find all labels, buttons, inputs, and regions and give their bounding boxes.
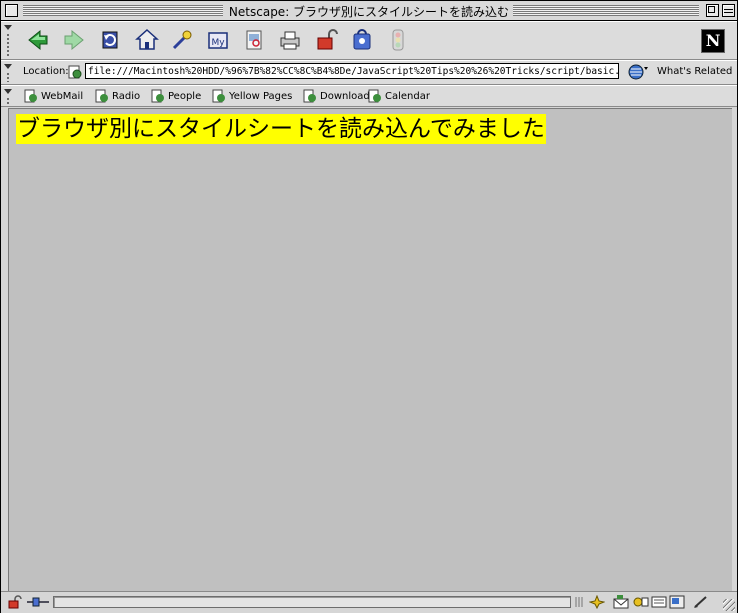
composer-icon[interactable] <box>669 595 685 609</box>
url-field[interactable]: file:///Macintosh%20HDD/%96%7B%82%CC%8C%… <box>85 63 619 79</box>
bookmark-icon <box>24 89 37 103</box>
security-icon <box>317 29 338 50</box>
bookmark-label: Yellow Pages <box>229 90 293 102</box>
forward-icon <box>64 29 84 51</box>
location-label: Location: <box>23 66 69 77</box>
divider-grip-icon <box>575 597 583 607</box>
toolbar-collapse-tab[interactable] <box>3 87 13 104</box>
search-icon <box>172 30 192 50</box>
security-button[interactable] <box>314 27 340 53</box>
progress-bar <box>53 596 571 608</box>
newsgroups-icon[interactable] <box>651 595 667 609</box>
bookmark-icon <box>212 89 225 103</box>
search-button[interactable] <box>169 27 195 53</box>
zoom-box[interactable] <box>706 4 719 17</box>
mail-icon[interactable] <box>613 595 629 609</box>
instant-messenger-icon[interactable] <box>633 595 649 609</box>
bookmark-radio[interactable]: Radio <box>94 88 140 104</box>
my-netscape-icon: My <box>208 32 228 49</box>
bookmark-icon <box>151 89 164 103</box>
bookmark-icon <box>303 89 316 103</box>
images-icon <box>246 30 262 50</box>
online-status-icon[interactable] <box>27 595 49 609</box>
title-stripes-left <box>23 5 223 16</box>
back-button[interactable] <box>25 27 51 53</box>
bookmark-icon <box>368 89 381 103</box>
personal-toolbar: WebMail Radio People Yellow Pages Downlo… <box>1 85 737 107</box>
stop-button[interactable] <box>385 27 411 53</box>
print-icon <box>280 31 300 50</box>
netscape-logo[interactable]: N <box>701 29 725 53</box>
whats-related-button[interactable]: What's Related <box>657 66 732 77</box>
resize-grip[interactable] <box>723 599 735 611</box>
reload-button[interactable] <box>98 27 124 53</box>
reload-icon <box>102 31 118 49</box>
page-heading: ブラウザ別にスタイルシートを読み込んでみました <box>16 114 546 144</box>
bookmark-label: Calendar <box>385 90 430 102</box>
home-button[interactable] <box>134 27 160 53</box>
window-title: Netscape: ブラウザ別にスタイルシートを読み込む <box>227 3 511 20</box>
page-content: ブラウザ別にスタイルシートを読み込んでみました <box>8 108 732 591</box>
bookmark-label: WebMail <box>41 90 84 102</box>
security-lock-icon[interactable] <box>7 595 23 609</box>
collapse-box[interactable] <box>722 4 735 17</box>
bookmark-icon <box>95 89 108 103</box>
forward-button[interactable] <box>61 27 87 53</box>
stop-icon <box>392 29 404 51</box>
back-icon <box>28 29 48 51</box>
home-icon <box>135 28 159 50</box>
status-bar <box>1 591 737 613</box>
shop-icon <box>353 29 371 50</box>
shop-button[interactable] <box>349 27 375 53</box>
images-button[interactable] <box>241 27 267 53</box>
pen-icon[interactable] <box>693 595 709 609</box>
print-button[interactable] <box>277 27 303 53</box>
toolbar-collapse-tab[interactable] <box>3 23 13 57</box>
bookmark-download[interactable]: Download <box>302 88 370 104</box>
title-bar[interactable]: Netscape: ブラウザ別にスタイルシートを読み込む <box>1 1 737 21</box>
page-proxy-icon[interactable] <box>67 64 83 80</box>
navigator-icon[interactable] <box>589 595 605 609</box>
whats-related-icon[interactable] <box>627 63 649 81</box>
bookmark-calendar[interactable]: Calendar <box>367 88 430 104</box>
svg-text:My: My <box>211 38 225 48</box>
toolbar-collapse-tab[interactable] <box>3 62 13 82</box>
bookmark-label: People <box>168 90 202 102</box>
title-stripes-right <box>513 5 699 16</box>
location-toolbar: Location: file:///Macintosh%20HDD/%96%7B… <box>1 60 737 85</box>
bookmark-yellow-pages[interactable]: Yellow Pages <box>211 88 292 104</box>
bookmark-label: Radio <box>112 90 141 102</box>
bookmark-webmail[interactable]: WebMail <box>23 88 83 104</box>
navigation-toolbar: My N <box>1 21 737 60</box>
browser-window: Netscape: ブラウザ別にスタイルシートを読み込む My N Locati… <box>0 0 738 613</box>
bookmark-people[interactable]: People <box>150 88 201 104</box>
close-box[interactable] <box>5 4 18 17</box>
bookmark-label: Download <box>320 90 370 102</box>
my-netscape-button[interactable]: My <box>205 27 231 53</box>
